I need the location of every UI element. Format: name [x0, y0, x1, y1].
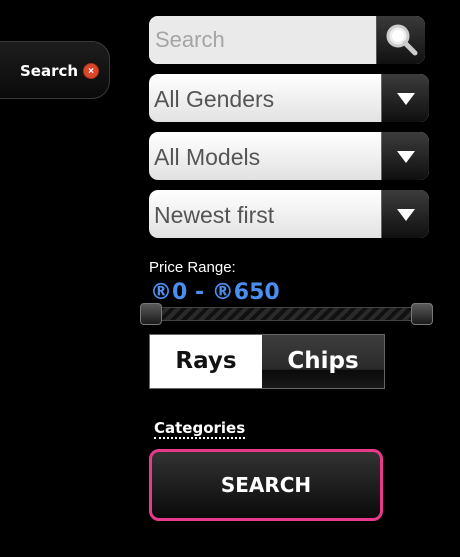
price-slider-track[interactable] [141, 307, 433, 321]
search-tab-label: Search [20, 62, 79, 80]
chevron-down-icon [397, 209, 415, 221]
categories-link[interactable]: Categories [154, 419, 246, 439]
search-box [149, 16, 425, 64]
toggle-rays[interactable]: Rays [150, 335, 262, 388]
price-slider-max-handle[interactable] [411, 303, 433, 325]
sort-select[interactable]: Newest first [149, 190, 429, 238]
sort-dropdown-toggle[interactable] [381, 190, 429, 238]
price-range-value: ®0 - ®650 [150, 280, 280, 305]
gender-select[interactable]: All Genders [149, 74, 429, 122]
model-select[interactable]: All Models [149, 132, 429, 180]
gender-dropdown-toggle[interactable] [381, 74, 429, 122]
search-input[interactable] [149, 16, 377, 64]
price-slider-min-handle[interactable] [140, 303, 162, 325]
model-dropdown-toggle[interactable] [381, 132, 429, 180]
magnifier-icon [386, 24, 418, 56]
search-tab[interactable]: Search × [0, 41, 110, 99]
sort-select-value: Newest first [154, 202, 275, 228]
search-submit-button[interactable] [376, 16, 425, 64]
gender-select-value: All Genders [154, 86, 275, 112]
chevron-down-icon [397, 93, 415, 105]
product-type-toggle: Rays Chips [149, 334, 385, 389]
close-icon[interactable]: × [83, 63, 99, 79]
chevron-down-icon [397, 151, 415, 163]
model-select-value: All Models [154, 144, 261, 170]
search-button[interactable]: SEARCH [149, 449, 383, 521]
toggle-chips[interactable]: Chips [262, 335, 384, 388]
price-range-label: Price Range: [149, 259, 236, 276]
